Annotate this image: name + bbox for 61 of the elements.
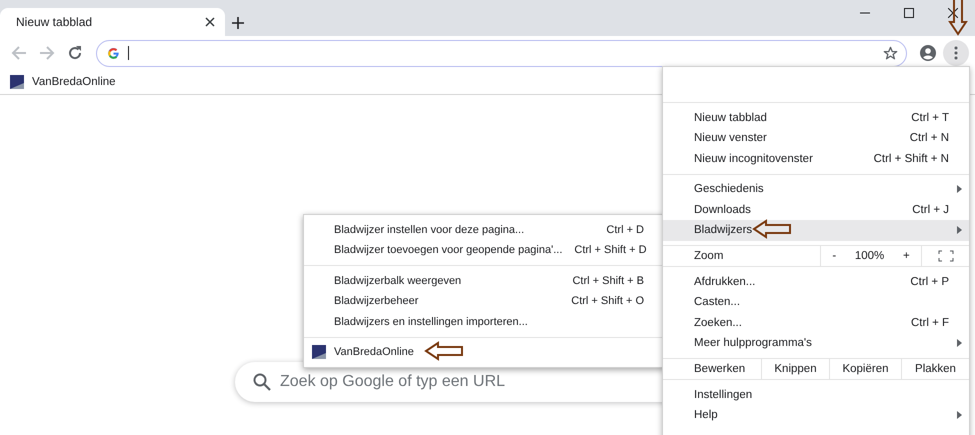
- menu-item[interactable]: Bladwijzer instellen voor deze pagina... Ctrl + D: [304, 220, 664, 240]
- edit-label: Bewerken: [693, 362, 746, 377]
- minimize-icon[interactable]: [860, 12, 870, 14]
- menu-item[interactable]: Geschiedenis: [663, 179, 969, 200]
- zoom-level: 100%: [854, 250, 884, 262]
- menu-item[interactable]: Nieuw incognitovenster Ctrl + Shift + N: [663, 148, 969, 169]
- menu-item[interactable]: Casten...: [663, 292, 969, 312]
- annotation-arrow: [424, 341, 464, 361]
- star-icon[interactable]: [883, 46, 898, 60]
- menu-item[interactable]: Bladwijzer toevoegen voor geopende pagina'... Ctrl + Shift + D: [304, 240, 664, 260]
- submenu-arrow-icon: [956, 185, 962, 194]
- menu-item[interactable]: Help: [663, 405, 969, 426]
- menu-item[interactable]: VanBredaOnline: [304, 342, 664, 362]
- bookmark-favicon-icon: [312, 345, 326, 360]
- menu-item[interactable]: Bladwijzers: [663, 220, 969, 240]
- menu-item[interactable]: Meer hulpprogramma's: [663, 333, 969, 354]
- new-tab-icon[interactable]: [231, 16, 245, 30]
- annotation-arrow: [752, 219, 792, 239]
- bookmark-label[interactable]: VanBredaOnline: [32, 76, 116, 88]
- keyboard-shortcut: Ctrl + T: [910, 112, 949, 124]
- browser-tab[interactable]: Nieuw tabblad: [0, 8, 225, 36]
- close-icon[interactable]: [948, 8, 958, 18]
- reload-icon[interactable]: [67, 45, 83, 61]
- edit-action-button[interactable]: Plakken: [901, 359, 969, 379]
- menu-item[interactable]: Downloads Ctrl + J: [663, 200, 969, 220]
- close-icon[interactable]: [205, 17, 215, 27]
- menu-item[interactable]: Bladwijzers en instellingen importeren...: [304, 312, 664, 332]
- keyboard-shortcut: Ctrl + J: [911, 204, 949, 216]
- search-icon: [253, 373, 271, 391]
- edit-action-button[interactable]: Knippen: [761, 359, 829, 379]
- search-field[interactable]: Zoek op Google of typ een URL: [280, 373, 630, 391]
- bookmark-favicon-icon: [10, 75, 24, 89]
- zoom-in-button[interactable]: +: [898, 250, 914, 262]
- text-cursor: [128, 46, 129, 60]
- keyboard-shortcut: Ctrl + Shift + O: [570, 295, 644, 308]
- keyboard-shortcut: Ctrl + Shift + B: [571, 274, 644, 287]
- menu-item[interactable]: Instellingen: [663, 384, 969, 405]
- menu-item[interactable]: Nieuw venster Ctrl + N: [663, 128, 969, 148]
- menu-item[interactable]: Bladwijzerbalk weergeven Ctrl + Shift + B: [304, 270, 664, 291]
- google-icon: [107, 46, 120, 60]
- submenu-arrow-icon: [956, 226, 962, 234]
- maximize-icon[interactable]: [904, 8, 914, 18]
- menu-item[interactable]: Afdrukken... Ctrl + P: [663, 272, 969, 292]
- fullscreen-icon: [938, 250, 954, 262]
- zoom-label: Zoom: [693, 249, 724, 264]
- keyboard-shortcut: Ctrl + P: [909, 276, 949, 288]
- annotation-arrow: [948, 0, 968, 36]
- profile-icon[interactable]: [919, 44, 937, 62]
- keyboard-shortcut: Ctrl + Shift + N: [872, 152, 949, 165]
- keyboard-shortcut: Ctrl + D: [605, 224, 644, 236]
- keyboard-shortcut: Ctrl + F: [910, 316, 949, 329]
- keyboard-shortcut: Ctrl + Shift + D: [573, 244, 647, 256]
- menu-item[interactable]: Zoeken... Ctrl + F: [663, 312, 969, 333]
- menu-item[interactable]: Bladwijzerbeheer Ctrl + Shift + O: [304, 291, 664, 312]
- keyboard-shortcut: Ctrl + N: [908, 132, 949, 144]
- zoom-out-button[interactable]: -: [828, 250, 840, 262]
- submenu-arrow-icon: [956, 411, 962, 420]
- submenu-arrow-icon: [956, 339, 962, 348]
- menu-item[interactable]: Nieuw tabblad Ctrl + T: [663, 108, 969, 128]
- menu-icon[interactable]: [943, 40, 969, 66]
- edit-action-button[interactable]: Kopiëren: [829, 359, 901, 379]
